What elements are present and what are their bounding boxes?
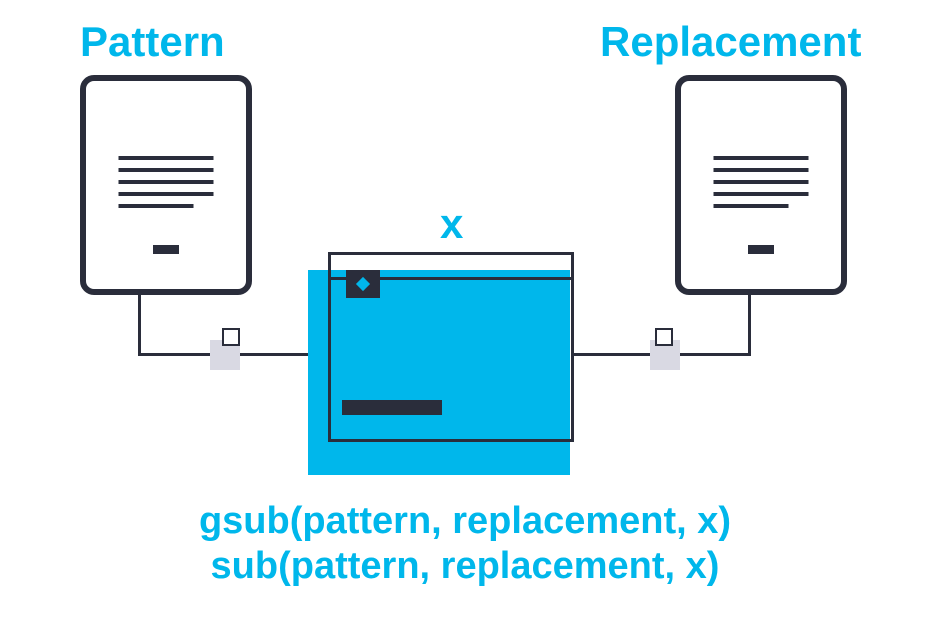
document-mark-icon [153, 245, 179, 254]
document-lines-icon [119, 156, 214, 216]
connector-line [748, 295, 751, 355]
x-label: x [440, 200, 463, 248]
document-lines-icon [714, 156, 809, 216]
replacement-document-icon [675, 75, 847, 295]
diagram-canvas: Pattern Replacement x gsub(p [0, 0, 930, 620]
pattern-label: Pattern [80, 18, 225, 66]
diamond-icon [356, 277, 370, 291]
gsub-caption: gsub(pattern, replacement, x) [0, 500, 930, 543]
document-mark-icon [748, 245, 774, 254]
pattern-document-icon [80, 75, 252, 295]
connector-node-inner-icon [222, 328, 240, 346]
sub-caption: sub(pattern, replacement, x) [0, 545, 930, 588]
connector-node-inner-icon [655, 328, 673, 346]
x-window-content-bar [342, 400, 442, 415]
window-badge-icon [346, 270, 380, 298]
connector-line [138, 295, 141, 355]
replacement-label: Replacement [600, 18, 861, 66]
